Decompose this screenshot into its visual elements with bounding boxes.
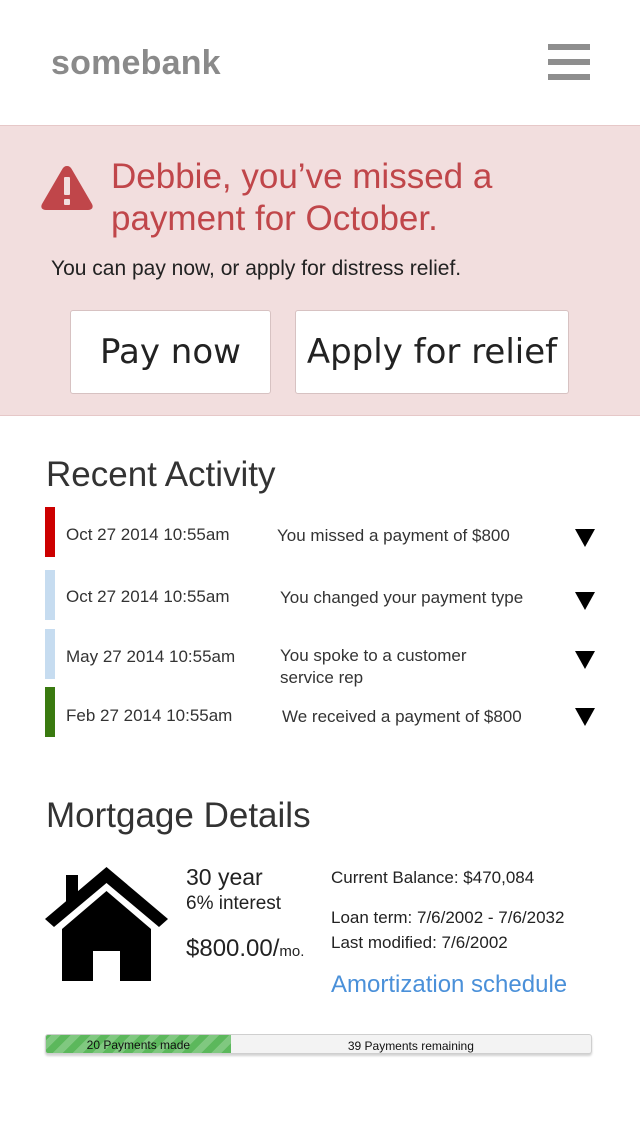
menu-line bbox=[548, 74, 590, 80]
interest-rate: 6% interest bbox=[186, 893, 282, 914]
activity-text: You spoke to a customer service rep bbox=[280, 646, 467, 687]
payments-progress-bar: 20 Payments made 39 Payments remaining bbox=[45, 1034, 592, 1054]
app-header: somebank bbox=[0, 0, 640, 125]
caret-down-icon[interactable] bbox=[575, 651, 595, 669]
activity-item[interactable]: Oct 27 2014 10:55am You changed your pay… bbox=[45, 570, 595, 620]
apply-for-relief-button[interactable]: Apply for relief bbox=[295, 310, 569, 394]
warning-triangle-icon bbox=[41, 166, 93, 210]
activity-text: You missed a payment of $800 bbox=[277, 526, 510, 545]
activity-status-bar bbox=[45, 570, 55, 620]
activity-date: Oct 27 2014 10:55am bbox=[66, 587, 230, 606]
monthly-payment-value: $800.00/ bbox=[186, 935, 280, 962]
last-modified: Last modified: 7/6/2002 bbox=[331, 933, 508, 952]
hamburger-menu-icon[interactable] bbox=[548, 44, 590, 80]
bank-logo[interactable]: somebank bbox=[51, 44, 221, 83]
recent-activity-title: Recent Activity bbox=[46, 455, 276, 494]
activity-status-bar bbox=[45, 507, 55, 557]
activity-text: You changed your payment type bbox=[280, 588, 524, 607]
activity-status-bar bbox=[45, 629, 55, 679]
caret-down-icon[interactable] bbox=[575, 708, 595, 726]
activity-item[interactable]: Feb 27 2014 10:55am We received a paymen… bbox=[45, 687, 595, 737]
house-icon bbox=[45, 867, 168, 981]
loan-term: Loan term: 7/6/2002 - 7/6/2032 bbox=[331, 908, 565, 927]
monthly-payment: $800.00/mo. bbox=[186, 935, 304, 963]
caret-down-icon[interactable] bbox=[575, 592, 595, 610]
activity-date: Oct 27 2014 10:55am bbox=[66, 525, 230, 544]
activity-date: Feb 27 2014 10:55am bbox=[66, 706, 233, 725]
activity-item[interactable]: Oct 27 2014 10:55am You missed a payment… bbox=[45, 507, 595, 557]
missed-payment-alert: Debbie, you’ve missed a payment for Octo… bbox=[0, 125, 640, 416]
amortization-schedule-link[interactable]: Amortization schedule bbox=[331, 971, 567, 999]
alert-subtitle: You can pay now, or apply for distress r… bbox=[51, 257, 462, 280]
menu-line bbox=[548, 44, 590, 50]
current-balance: Current Balance: $470,084 bbox=[331, 868, 535, 887]
menu-line bbox=[548, 59, 590, 65]
activity-status-bar bbox=[45, 687, 55, 737]
monthly-payment-unit: mo. bbox=[279, 943, 305, 960]
activity-date: May 27 2014 10:55am bbox=[66, 647, 236, 666]
caret-down-icon[interactable] bbox=[575, 529, 595, 547]
mortgage-details-title: Mortgage Details bbox=[46, 796, 311, 835]
alert-title: Debbie, you’ve missed a payment for Octo… bbox=[111, 157, 493, 238]
loan-length: 30 year bbox=[186, 864, 263, 890]
payments-made-label: 20 Payments made bbox=[86, 1038, 191, 1052]
pay-now-button[interactable]: Pay now bbox=[70, 310, 271, 394]
activity-item[interactable]: May 27 2014 10:55am You spoke to a custo… bbox=[45, 629, 595, 687]
activity-text: We received a payment of $800 bbox=[282, 707, 522, 726]
payments-remaining-label: 39 Payments remaining bbox=[347, 1039, 474, 1053]
